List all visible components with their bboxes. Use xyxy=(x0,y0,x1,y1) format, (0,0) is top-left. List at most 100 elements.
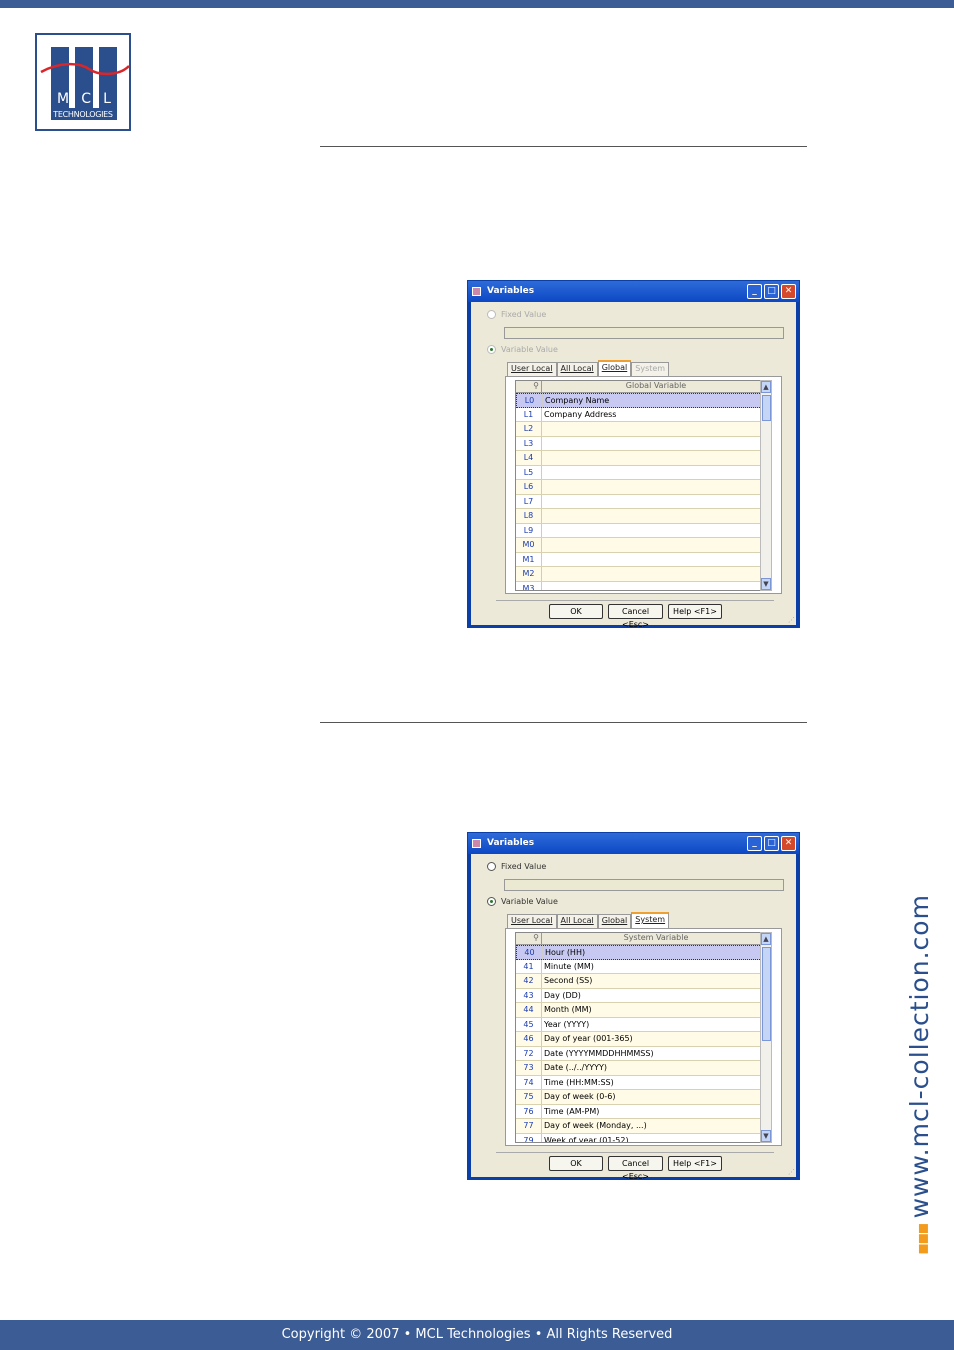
fixed-value-radio[interactable]: Fixed Value xyxy=(487,310,546,319)
table-row[interactable]: L5 xyxy=(516,465,770,480)
tab-global[interactable]: Global xyxy=(597,914,632,928)
fixed-value-input[interactable] xyxy=(504,327,784,339)
table-row[interactable]: L6 xyxy=(516,480,770,495)
table-row[interactable]: 40 Hour (HH) xyxy=(516,945,770,960)
help-button[interactable]: Help <F1> xyxy=(668,604,722,619)
tab-system[interactable]: System xyxy=(631,362,670,376)
scroll-up-icon[interactable]: ▲ xyxy=(761,381,771,393)
dialog-titlebar[interactable]: Variables _ □ ✕ xyxy=(468,281,799,302)
dialog-titlebar[interactable]: Variables _ □ ✕ xyxy=(468,833,799,854)
variable-code: 41 xyxy=(516,959,542,973)
search-icon[interactable]: ⚲ xyxy=(516,933,542,944)
tab-global[interactable]: Global xyxy=(597,360,632,376)
variable-code: L4 xyxy=(516,451,542,465)
ok-button[interactable]: OK xyxy=(549,604,603,619)
variable-code: 76 xyxy=(516,1104,542,1118)
vertical-scrollbar[interactable]: ▲ ▼ xyxy=(760,932,772,1143)
variable-name: Day of week (0-6) xyxy=(544,1092,616,1101)
divider xyxy=(320,722,807,723)
ok-button[interactable]: OK xyxy=(549,1156,603,1171)
table-row[interactable]: 44 Month (MM) xyxy=(516,1003,770,1018)
scroll-thumb[interactable] xyxy=(762,395,771,421)
table-row[interactable]: M2 xyxy=(516,567,770,582)
tab-all-local[interactable]: All Local xyxy=(556,362,598,376)
table-row[interactable]: L1 Company Address xyxy=(516,407,770,422)
side-url: ▪▪▪ www.mcl-collection.com xyxy=(905,855,934,1255)
scroll-down-icon[interactable]: ▼ xyxy=(761,1130,771,1142)
table-row[interactable]: 75 Day of week (0-6) xyxy=(516,1090,770,1105)
table-row[interactable]: L2 xyxy=(516,422,770,437)
variable-code: L6 xyxy=(516,480,542,494)
variable-code: L5 xyxy=(516,465,542,479)
variable-name: Week of year (01-52) xyxy=(544,1135,629,1143)
variable-name xyxy=(542,422,770,436)
mcl-logo: M C L TECHNOLOGIES xyxy=(35,33,131,131)
table-row[interactable]: 73 Date (../../YYYY) xyxy=(516,1061,770,1076)
resize-grip-icon[interactable]: ⋰ xyxy=(788,1168,795,1176)
table-row[interactable]: 76 Time (AM-PM) xyxy=(516,1104,770,1119)
help-button[interactable]: Help <F1> xyxy=(668,1156,722,1171)
table-row[interactable]: 43 Day (DD) xyxy=(516,988,770,1003)
scroll-thumb[interactable] xyxy=(762,947,771,1041)
variable-code: L1 xyxy=(516,407,542,421)
variable-name: Day (DD) xyxy=(544,990,581,1000)
variable-code: 74 xyxy=(516,1075,542,1089)
variable-grid[interactable]: ⚲ Global Variable⚲ L0Company NameL1Compa… xyxy=(515,380,771,591)
variable-name: Hour (HH) xyxy=(545,948,586,957)
variable-code: 45 xyxy=(516,1017,542,1031)
scroll-up-icon[interactable]: ▲ xyxy=(761,933,771,945)
variable-grid[interactable]: ⚲ System Variable⚲ 40Hour (HH)41Minute (… xyxy=(515,932,771,1143)
fixed-value-input[interactable] xyxy=(504,879,784,891)
table-row[interactable]: L8 xyxy=(516,509,770,524)
close-button[interactable]: ✕ xyxy=(781,284,796,299)
cancel-button[interactable]: Cancel <Esc> xyxy=(608,604,663,629)
table-row[interactable]: L3 xyxy=(516,436,770,451)
vertical-scrollbar[interactable]: ▲ ▼ xyxy=(760,380,772,591)
minimize-button[interactable]: _ xyxy=(747,836,762,851)
table-row[interactable]: 45 Year (YYYY) xyxy=(516,1017,770,1032)
minimize-button[interactable]: _ xyxy=(747,284,762,299)
table-row[interactable]: L9 xyxy=(516,523,770,538)
table-row[interactable]: 42 Second (SS) xyxy=(516,974,770,989)
fixed-value-radio[interactable]: Fixed Value xyxy=(487,862,546,871)
variable-code: 72 xyxy=(516,1046,542,1060)
variable-name xyxy=(542,509,770,523)
variable-name: Time (AM-PM) xyxy=(544,1106,600,1116)
search-icon[interactable]: ⚲ xyxy=(516,381,542,392)
table-row[interactable]: 77 Day of week (Monday, ...) xyxy=(516,1119,770,1134)
radio-icon xyxy=(487,310,496,319)
maximize-button[interactable]: □ xyxy=(764,836,779,851)
close-button[interactable]: ✕ xyxy=(781,836,796,851)
tab-user-local[interactable]: User Local xyxy=(507,914,557,928)
maximize-button[interactable]: □ xyxy=(764,284,779,299)
variable-code: 44 xyxy=(516,1003,542,1017)
cancel-button[interactable]: Cancel <Esc> xyxy=(608,1156,663,1181)
table-row[interactable]: 74 Time (HH:MM:SS) xyxy=(516,1075,770,1090)
table-row[interactable]: M1 xyxy=(516,552,770,567)
variable-code: 43 xyxy=(516,988,542,1002)
variable-code: 46 xyxy=(516,1032,542,1046)
resize-grip-icon[interactable]: ⋰ xyxy=(788,616,795,624)
tab-system[interactable]: System xyxy=(631,912,670,928)
table-row[interactable]: L7 xyxy=(516,494,770,509)
logo-wave-icon xyxy=(40,62,130,76)
variable-value-radio[interactable]: Variable Value xyxy=(487,345,558,354)
scroll-down-icon[interactable]: ▼ xyxy=(761,578,771,590)
tab-user-local[interactable]: User Local xyxy=(507,362,557,376)
table-row[interactable]: L4 xyxy=(516,451,770,466)
table-row[interactable]: L0 Company Name xyxy=(516,393,770,408)
table-row[interactable]: M3 xyxy=(516,581,770,590)
variable-name: Minute (MM) xyxy=(544,961,594,971)
variable-value-radio[interactable]: Variable Value xyxy=(487,897,558,906)
logo-letter: C xyxy=(81,91,92,107)
table-row[interactable]: 41 Minute (MM) xyxy=(516,959,770,974)
table-row[interactable]: 79 Week of year (01-52) xyxy=(516,1133,770,1143)
column-header: System Variable xyxy=(623,933,689,942)
variable-name xyxy=(542,553,770,567)
app-icon xyxy=(472,839,481,848)
table-row[interactable]: M0 xyxy=(516,538,770,553)
tab-all-local[interactable]: All Local xyxy=(556,914,598,928)
variable-name: Time (HH:MM:SS) xyxy=(544,1077,614,1087)
table-row[interactable]: 46 Day of year (001-365) xyxy=(516,1032,770,1047)
table-row[interactable]: 72 Date (YYYYMMDDHHMMSS) xyxy=(516,1046,770,1061)
